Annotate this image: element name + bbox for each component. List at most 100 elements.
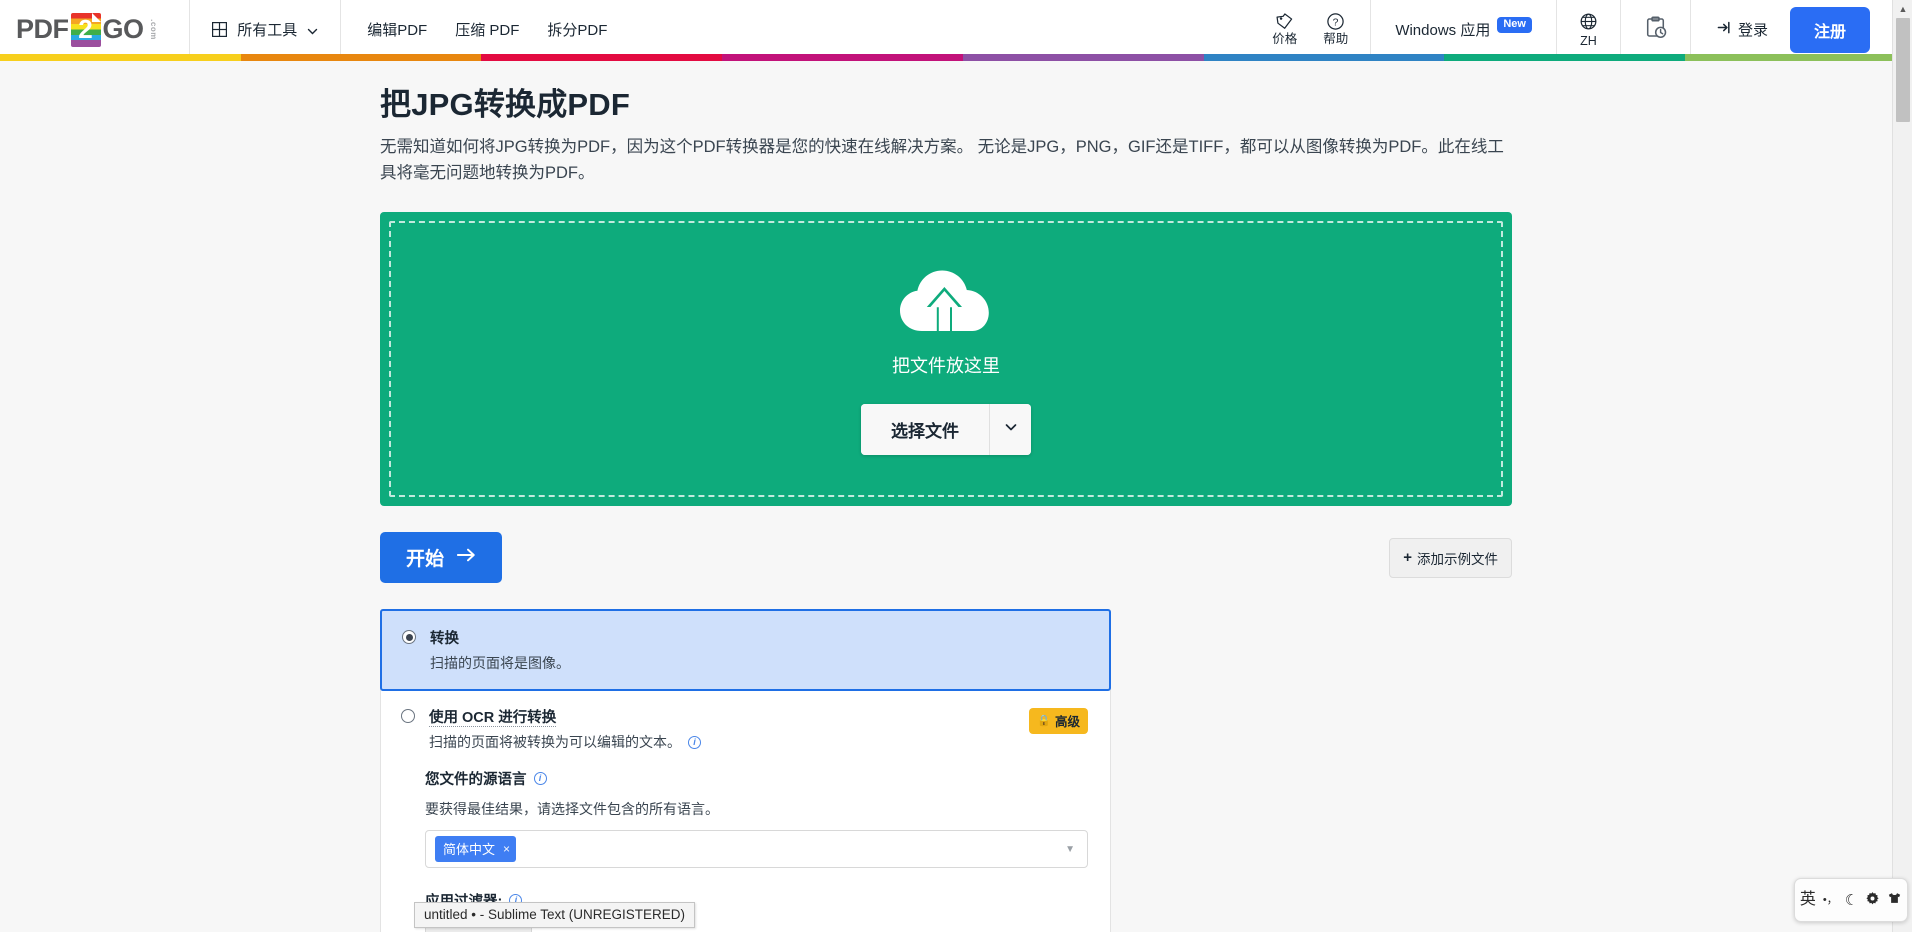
scroll-up-arrow-icon[interactable]: ▲ (1893, 0, 1912, 18)
premium-badge-label: 高级 (1055, 711, 1080, 730)
option-convert[interactable]: 转换 扫描的页面将是图像。 (380, 609, 1111, 691)
tag-icon (1275, 12, 1294, 31)
start-button[interactable]: 开始 (380, 532, 502, 583)
choose-file-dropdown-toggle[interactable] (989, 404, 1031, 455)
logo-text-pdf: PDF (16, 16, 69, 43)
moon-icon[interactable]: ☾ (1845, 893, 1858, 908)
all-tools-menu[interactable]: 所有工具 (190, 0, 341, 59)
rainbow-divider (0, 54, 1892, 61)
remove-language-icon[interactable]: × (503, 842, 510, 856)
header-spacer (633, 0, 1272, 59)
option-convert-subtitle-text: 扫描的页面将是图像。 (430, 653, 570, 673)
rainbow-seg-red (481, 54, 722, 61)
main-content: 把JPG转换成PDF 无需知道如何将JPG转换为PDF，因为这个PDF转换器是您… (0, 61, 1892, 932)
arrow-right-icon (457, 547, 476, 569)
rainbow-seg-lightgreen (1685, 54, 1892, 61)
ime-punctuation-toggle[interactable]: •， (1823, 895, 1838, 906)
chevron-down-icon (1004, 420, 1018, 439)
pricing-label: 价格 (1272, 32, 1297, 46)
login-label: 登录 (1738, 19, 1768, 40)
rainbow-seg-orange (241, 54, 482, 61)
login-link[interactable]: 登录 (1717, 19, 1768, 40)
primary-nav: 编辑PDF 压缩 PDF 拆分PDF (341, 0, 633, 59)
start-button-label: 开始 (406, 544, 444, 571)
history-button[interactable] (1621, 0, 1691, 59)
plus-icon: + (1403, 550, 1412, 565)
page-description: 无需知道如何将JPG转换为PDF，因为这个PDF转换器是您的快速在线解决方案。 … (380, 135, 1512, 186)
option-ocr-body: 使用 OCR 进行转换 扫描的页面将被转换为可以编辑的文本。 i (429, 706, 1088, 752)
browser-page: PDF 2 GO .com 所有工具 编辑PDF (0, 0, 1912, 932)
option-ocr-title-text: 使用 OCR 进行转换 (429, 710, 556, 727)
option-convert-body: 转换 扫描的页面将是图像。 (430, 627, 1087, 673)
page-title: 把JPG转换成PDF (380, 79, 1512, 124)
rainbow-seg-yellow (0, 54, 241, 61)
cloud-upload-icon (898, 263, 994, 346)
option-convert-title: 转换 (430, 627, 1087, 648)
add-sample-file-label: 添加示例文件 (1417, 548, 1498, 568)
rainbow-seg-magenta (722, 54, 963, 61)
info-icon[interactable]: i (688, 736, 701, 749)
option-convert-subtitle: 扫描的页面将是图像。 (430, 653, 1087, 673)
language-multiselect[interactable]: 简体中文 × ▼ (425, 830, 1088, 868)
all-tools-label: 所有工具 (237, 19, 297, 40)
dropzone-text: 把文件放这里 (892, 352, 1000, 378)
language-code: ZH (1580, 34, 1597, 48)
logo-digit: 2 (71, 13, 101, 47)
grid-icon (212, 22, 227, 37)
shirt-icon[interactable] (1887, 891, 1902, 909)
radio-ocr[interactable] (401, 709, 415, 723)
logo-text-com: .com (148, 19, 157, 40)
content-container: 把JPG转换成PDF 无需知道如何将JPG转换为PDF，因为这个PDF转换器是您… (380, 61, 1512, 932)
ime-mode-toggle[interactable]: 英 (1800, 892, 1816, 908)
rainbow-seg-purple (963, 54, 1204, 61)
logo-square-icon: 2 (71, 13, 101, 47)
logo-link[interactable]: PDF 2 GO .com (0, 0, 190, 59)
help-label: 帮助 (1323, 32, 1348, 46)
auth-actions: 登录 注册 (1691, 0, 1892, 59)
pricing-link[interactable]: 价格 (1272, 12, 1297, 46)
file-dropzone[interactable]: 把文件放这里 选择文件 (380, 212, 1512, 506)
page-scrollbar[interactable]: ▲ (1892, 0, 1912, 932)
source-language-label: 您文件的源语言 i (425, 768, 1088, 789)
add-sample-file-button[interactable]: + 添加示例文件 (1389, 538, 1512, 578)
language-tag-label: 简体中文 (443, 839, 495, 858)
clipboard-clock-icon (1643, 15, 1668, 45)
source-language-label-text: 您文件的源语言 (425, 768, 527, 789)
windows-app-label: Windows 应用 (1395, 19, 1490, 40)
language-switcher[interactable]: ZH (1557, 0, 1621, 59)
header-icon-links: 价格 ? 帮助 (1272, 0, 1371, 59)
language-tag: 简体中文 × (435, 836, 516, 862)
signup-button[interactable]: 注册 (1790, 7, 1870, 53)
option-ocr[interactable]: 使用 OCR 进行转换 扫描的页面将被转换为可以编辑的文本。 i 🔒 高级 (381, 690, 1110, 768)
login-arrow-icon (1717, 20, 1732, 39)
option-ocr-subtitle-text: 扫描的页面将被转换为可以编辑的文本。 (429, 732, 681, 752)
logo-text-go: GO (103, 16, 144, 43)
gear-icon[interactable] (1865, 891, 1880, 909)
pdf2go-logo: PDF 2 GO .com (16, 13, 163, 47)
new-badge: New (1497, 17, 1532, 33)
actions-row: 开始 + 添加示例文件 (380, 532, 1512, 583)
windows-app-link[interactable]: Windows 应用 New (1371, 0, 1557, 59)
source-language-hint: 要获得最佳结果，请选择文件包含的所有语言。 (425, 799, 1088, 819)
nav-link-edit-pdf[interactable]: 编辑PDF (367, 19, 427, 40)
chevron-down-icon (307, 24, 318, 35)
radio-convert[interactable] (402, 630, 416, 644)
choose-file-button[interactable]: 选择文件 (861, 404, 989, 455)
option-ocr-title: 使用 OCR 进行转换 (429, 706, 1088, 727)
help-circle-icon: ? (1326, 12, 1345, 31)
site-header: PDF 2 GO .com 所有工具 编辑PDF (0, 0, 1892, 59)
nav-link-split-pdf[interactable]: 拆分PDF (547, 19, 607, 40)
svg-text:?: ? (1333, 18, 1339, 29)
chevron-down-icon[interactable]: ▼ (1065, 844, 1079, 855)
info-icon[interactable]: i (534, 772, 547, 785)
scrollbar-thumb[interactable] (1896, 18, 1910, 122)
help-link[interactable]: ? 帮助 (1323, 12, 1348, 46)
ime-toolbar[interactable]: 英 •， ☾ (1794, 878, 1908, 922)
dropzone-inner[interactable]: 把文件放这里 选择文件 (389, 221, 1503, 497)
nav-link-compress-pdf[interactable]: 压缩 PDF (455, 19, 519, 40)
choose-file-group: 选择文件 (861, 404, 1031, 455)
taskbar-tooltip: untitled • - Sublime Text (UNREGISTERED) (414, 902, 695, 928)
premium-badge[interactable]: 🔒 高级 (1029, 708, 1088, 734)
globe-icon (1579, 12, 1598, 34)
conversion-options-panel: 转换 扫描的页面将是图像。 使用 OCR 进行转换 扫描的页面将被转换为可以编辑… (380, 609, 1111, 932)
